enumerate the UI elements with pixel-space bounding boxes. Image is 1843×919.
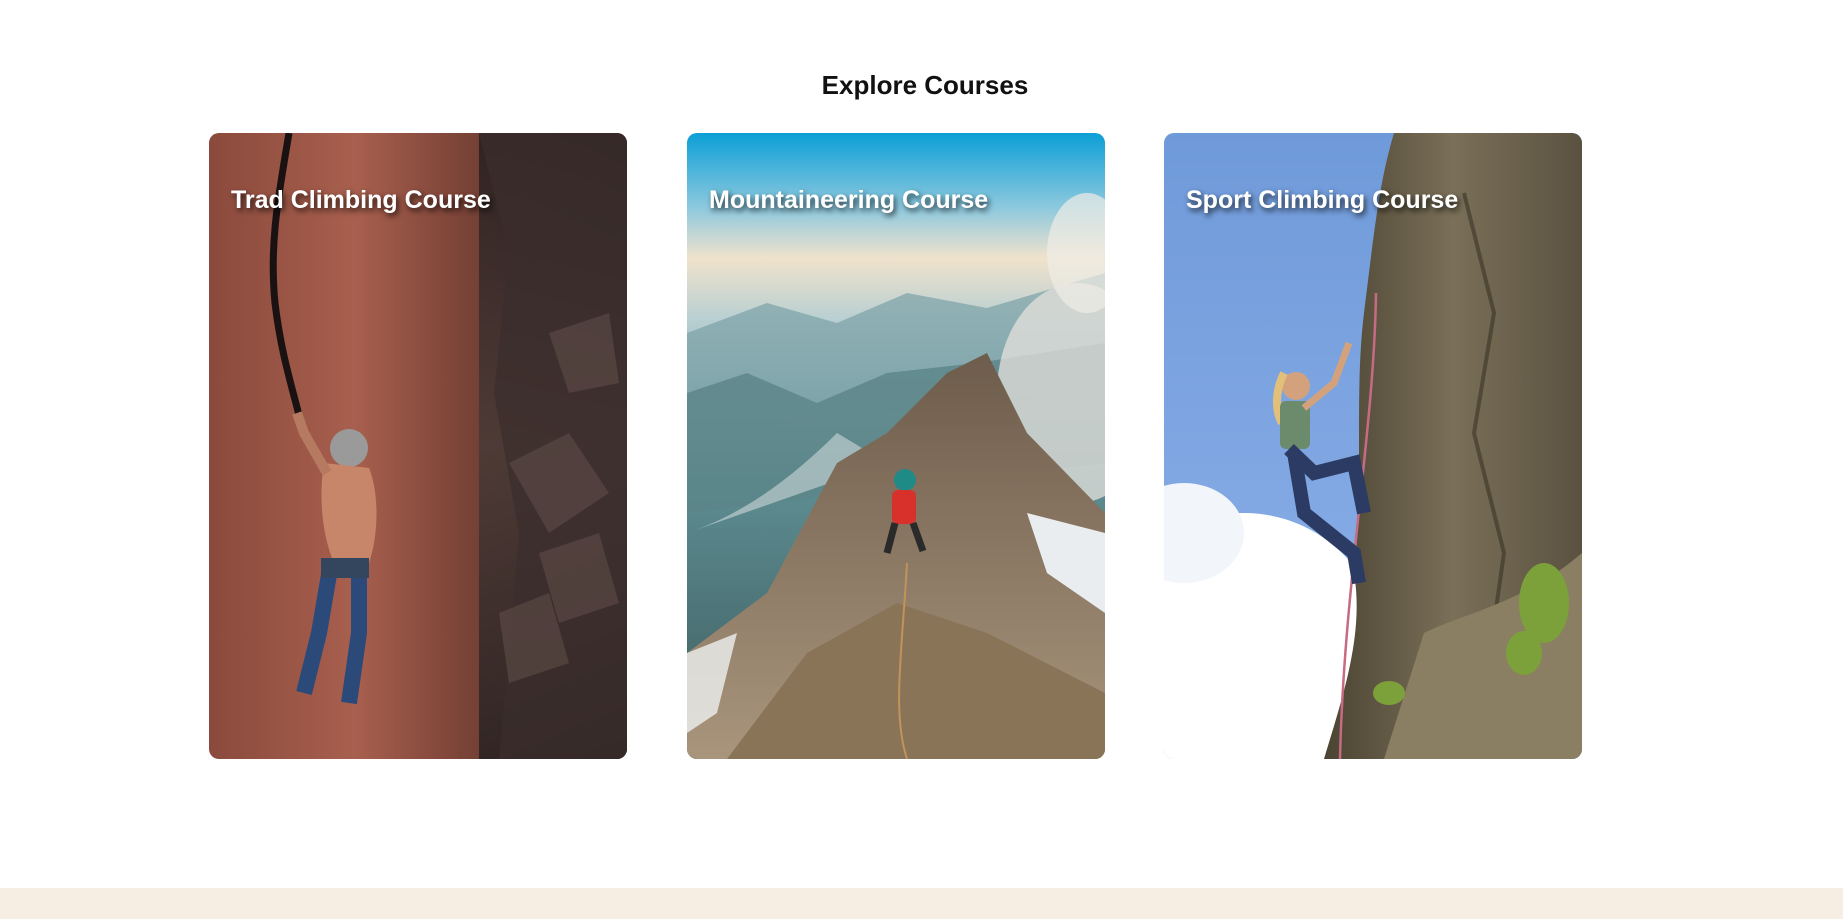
sport-climbing-photo	[1164, 133, 1582, 759]
course-card-sport-climbing[interactable]: Sport Climbing Course	[1164, 133, 1582, 759]
course-card-mountaineering[interactable]: Mountaineering Course	[687, 133, 1105, 759]
section-title: Explore Courses	[821, 70, 1029, 100]
course-card-trad-climbing[interactable]: Trad Climbing Course	[209, 133, 627, 759]
footer-strip	[0, 888, 1843, 919]
mountaineering-photo	[687, 133, 1105, 759]
course-card-title: Sport Climbing Course	[1186, 186, 1459, 214]
course-card-title: Trad Climbing Course	[231, 186, 491, 214]
trad-climbing-photo	[209, 133, 627, 759]
course-card-title: Mountaineering Course	[709, 186, 989, 214]
explore-courses-section: Explore Courses Trad Climbing Course Mou…	[0, 0, 1843, 888]
